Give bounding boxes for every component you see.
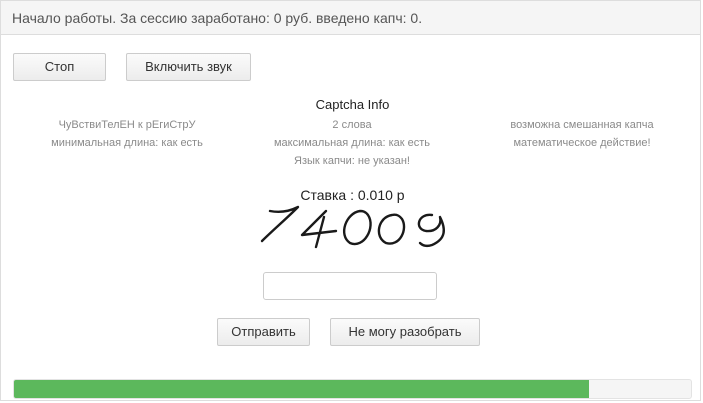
info-mixed-captcha: возможна смешанная капча bbox=[510, 119, 654, 131]
info-language: Язык капчи: не указан! bbox=[294, 155, 410, 167]
captcha-info-left: ЧуВствиТелЕН к рЕгиСтрУ минимальная длин… bbox=[22, 116, 232, 152]
captcha-info-title: Captcha Info bbox=[315, 97, 390, 112]
info-word-count: 2 слова bbox=[332, 119, 372, 131]
info-max-length: максимальная длина: как есть bbox=[273, 137, 430, 149]
captcha-image bbox=[260, 205, 445, 249]
progress-bar bbox=[13, 379, 692, 399]
status-bar: Начало работы. За сессию заработано: 0 р… bbox=[1, 1, 700, 35]
captcha-answer-input[interactable] bbox=[263, 272, 437, 300]
stop-button[interactable]: Стоп bbox=[13, 53, 106, 81]
info-case-sensitive: ЧуВствиТелЕН к рЕгиСтрУ bbox=[58, 119, 196, 131]
captcha-worker-panel: Начало работы. За сессию заработано: 0 р… bbox=[0, 0, 701, 401]
enable-sound-button[interactable]: Включить звук bbox=[126, 53, 251, 81]
cant-solve-button[interactable]: Не могу разобрать bbox=[330, 318, 480, 346]
info-math-action: математическое действие! bbox=[513, 137, 651, 149]
info-min-length: минимальная длина: как есть bbox=[51, 137, 203, 149]
submit-button[interactable]: Отправить bbox=[217, 318, 310, 346]
captcha-info-middle: 2 слова максимальная длина: как есть Язы… bbox=[247, 116, 457, 170]
status-text: Начало работы. За сессию заработано: 0 р… bbox=[12, 10, 423, 26]
captcha-info-right: возможна смешанная капча математическое … bbox=[477, 116, 687, 152]
progress-bar-fill bbox=[14, 380, 590, 398]
